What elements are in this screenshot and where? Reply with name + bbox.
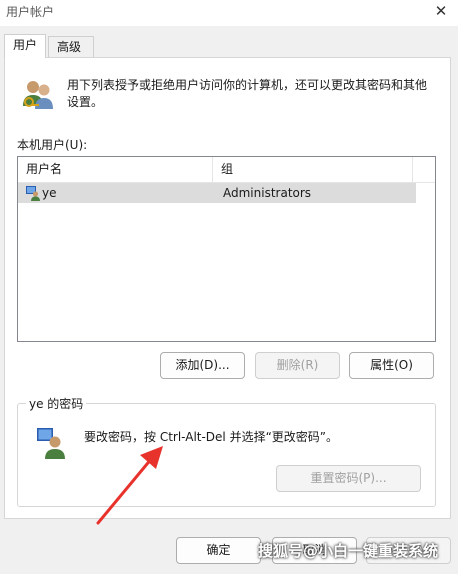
tab-users[interactable]: 用户 [4,34,46,58]
user-password-icon [37,428,65,459]
password-hint-text: 要改密码，按 Ctrl-Alt-Del 并选择“更改密码”。 [84,430,339,444]
watermark-text: 搜狐号@小白一键重装系统 [258,542,439,560]
cell-username: ye [42,186,57,200]
close-icon[interactable]: ✕ [428,0,454,22]
table-row[interactable]: ye Administrators [18,183,416,203]
listview-header: 用户名 组 [18,157,435,183]
tab-advanced[interactable]: 高级 [48,36,94,57]
column-header-group[interactable]: 组 [213,157,413,182]
cell-group: Administrators [223,186,312,200]
properties-button[interactable]: 属性(O) [349,352,434,379]
window-title: 用户帐户 [6,5,55,19]
users-keys-icon [23,81,53,109]
reset-password-button[interactable]: 重置密码(P)... [276,465,421,492]
password-groupbox: ye 的密码 要改密码，按 Ctrl-Alt-Del 并选择“更改密码”。 重置… [17,395,436,507]
user-account-icon [26,186,40,201]
add-user-button[interactable]: 添加(D)... [160,352,245,379]
users-tab-panel: 用下列表授予或拒绝用户访问你的计算机，还可以更改其密码和其他设置。 本机用户(U… [4,57,451,519]
password-group-title: ye 的密码 [26,395,87,412]
users-listview[interactable]: 用户名 组 ye Administrators [17,156,436,342]
ok-button[interactable]: 确定 [176,537,261,564]
local-users-label: 本机用户(U): [17,138,88,152]
title-bar: 用户帐户 ✕ [0,0,458,26]
column-header-username[interactable]: 用户名 [18,157,213,182]
remove-user-button[interactable]: 删除(R) [255,352,340,379]
intro-text: 用下列表授予或拒绝用户访问你的计算机，还可以更改其密码和其他设置。 [67,78,428,109]
